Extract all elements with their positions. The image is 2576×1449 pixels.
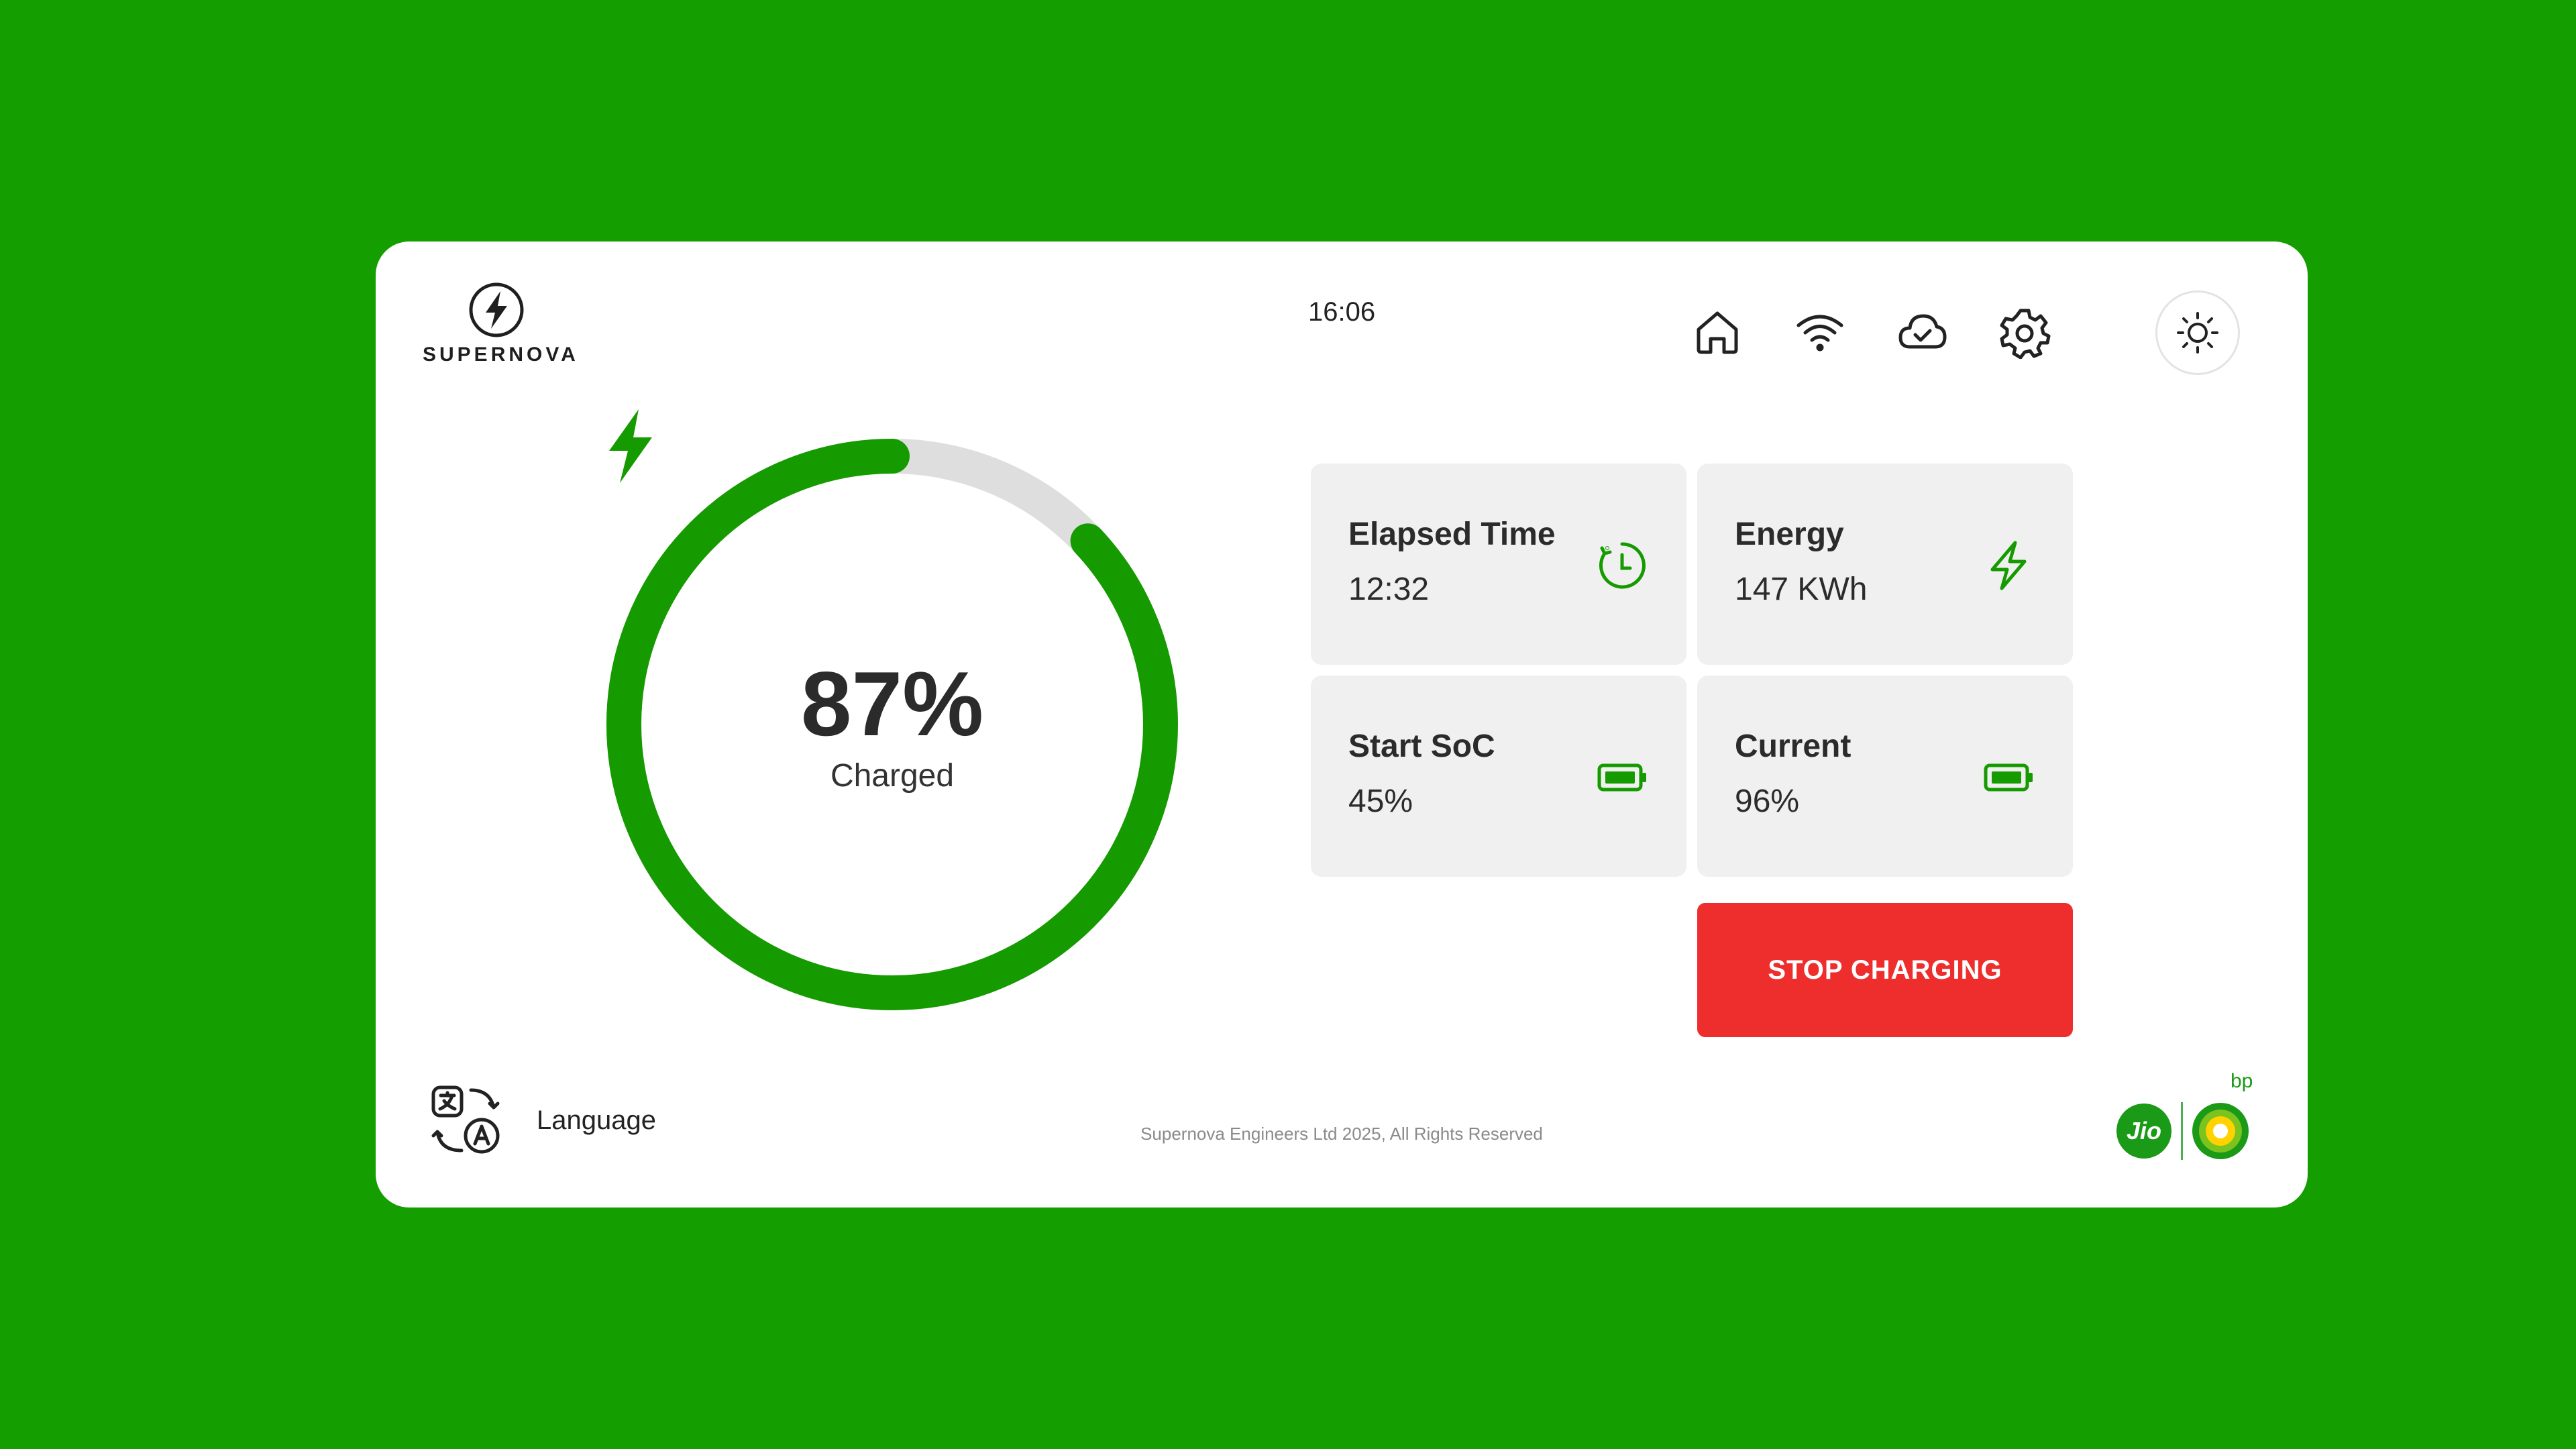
card-start-soc: Start SoC 45% [1311, 676, 1686, 877]
gear-icon[interactable] [1998, 305, 2051, 360]
card-elapsed-time: Elapsed Time 12:32 [1311, 464, 1686, 665]
partner-divider [2181, 1102, 2183, 1160]
partner-logos: Jio bp [2116, 1070, 2261, 1164]
lightning-bolt-icon [1990, 541, 2027, 590]
sun-icon [2177, 312, 2218, 354]
jio-logo: Jio [2116, 1104, 2171, 1159]
card-energy: Energy 147 KWh [1697, 464, 2073, 665]
charge-percent: 87% [800, 653, 984, 755]
brand-bolt-icon [469, 282, 524, 337]
battery-icon [1597, 763, 1646, 792]
stop-charging-button[interactable]: STOP CHARGING [1697, 903, 2073, 1037]
card-title: Start SoC [1348, 729, 1495, 764]
charge-gauge: 87% Charged [604, 409, 1181, 1013]
wifi-icon[interactable] [1793, 305, 1847, 359]
brand-name: SUPERNOVA [423, 343, 579, 366]
home-icon[interactable] [1690, 305, 1744, 359]
card-title: Energy [1735, 517, 1844, 552]
card-value: 96% [1735, 784, 1800, 819]
card-value: 45% [1348, 784, 1413, 819]
card-value: 147 KWh [1735, 572, 1868, 607]
copyright-text: Supernova Engineers Ltd 2025, All Rights… [1140, 1124, 1543, 1144]
brand-logo: SUPERNOVA [423, 282, 577, 369]
lightning-bolt-icon [609, 409, 652, 483]
card-title: Current [1735, 729, 1851, 764]
clock-time: 16:06 [1308, 297, 1376, 327]
translate-icon [431, 1085, 500, 1154]
charging-panel: SUPERNOVA 16:06 87% Charged Elapsed Time… [376, 241, 2308, 1208]
timer-icon [1599, 542, 1646, 589]
card-value: 12:32 [1348, 572, 1430, 607]
battery-icon [1984, 763, 2033, 792]
card-title: Elapsed Time [1348, 517, 1556, 552]
theme-toggle-button[interactable] [2155, 290, 2240, 375]
charge-label: Charged [830, 757, 955, 794]
bp-logo-text: bp [2231, 1070, 2253, 1092]
card-current: Current 96% [1697, 676, 2073, 877]
cloud-check-icon[interactable] [1895, 305, 1949, 359]
language-selector[interactable]: Language [429, 1083, 656, 1157]
bp-helios-icon [2192, 1103, 2249, 1159]
